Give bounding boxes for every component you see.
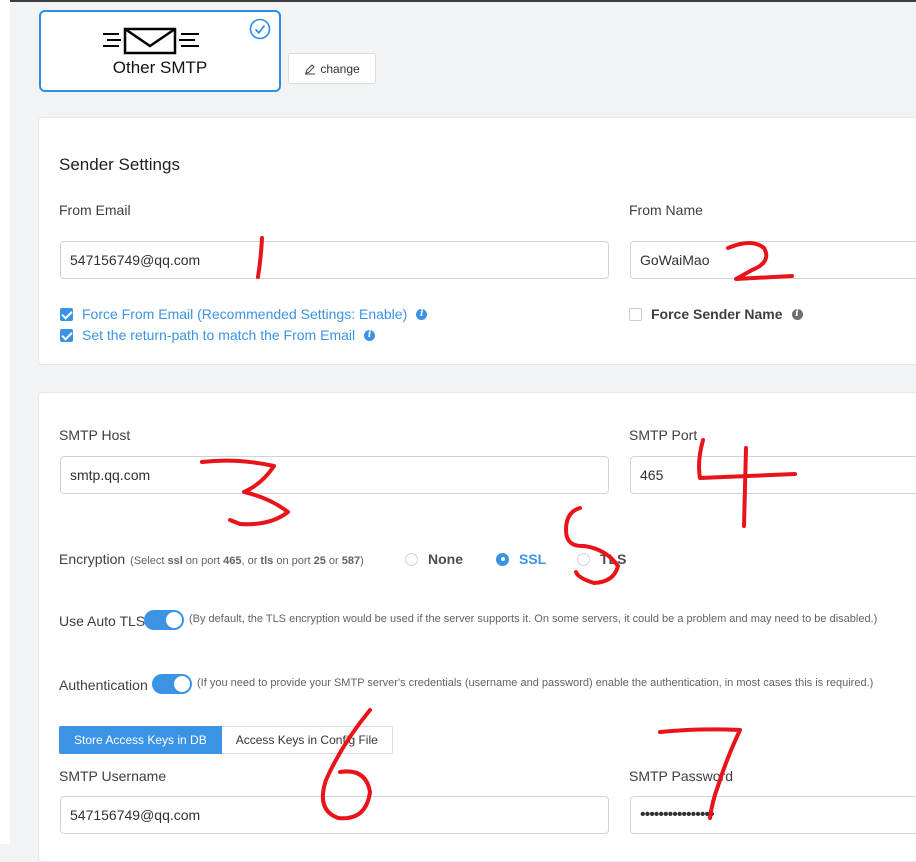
tab-store-keys-db[interactable]: Store Access Keys in DB [59, 726, 222, 754]
force-sender-name-checkbox[interactable] [629, 307, 642, 321]
encryption-tls-radio[interactable] [577, 552, 590, 566]
change-provider-button[interactable]: change [288, 53, 376, 84]
from-name-input[interactable] [630, 241, 916, 279]
encryption-none-label: None [428, 551, 463, 567]
left-gutter [0, 0, 10, 844]
from-email-input[interactable] [60, 241, 609, 279]
force-sender-name-text: Force Sender Name [651, 306, 783, 322]
force-from-email-text: Force From Email (Recommended Settings: … [82, 306, 408, 322]
info-icon[interactable]: i [364, 329, 376, 341]
encryption-option-none[interactable]: None [405, 551, 463, 567]
envelope-icon [103, 27, 199, 55]
encryption-option-ssl[interactable]: SSL [496, 551, 546, 567]
provider-card-other-smtp[interactable]: Other SMTP [39, 10, 281, 92]
auto-tls-label: Use Auto TLS [59, 613, 146, 629]
sender-settings-title: Sender Settings [59, 155, 180, 174]
force-from-email-checkbox[interactable] [60, 307, 73, 321]
encryption-ssl-label: SSL [519, 551, 547, 567]
authentication-label: Authentication [59, 677, 148, 693]
smtp-port-label: SMTP Port [629, 427, 698, 443]
from-name-label: From Name [629, 202, 703, 218]
smtp-password-input[interactable]: •••••••••••••••• [630, 796, 916, 834]
from-email-label: From Email [59, 202, 131, 218]
info-icon[interactable]: i [416, 308, 428, 320]
auto-tls-hint: (By default, the TLS encryption would be… [189, 613, 878, 625]
force-from-email-option[interactable]: Force From Email (Recommended Settings: … [60, 306, 428, 322]
encryption-none-radio[interactable] [405, 552, 418, 566]
encryption-label: Encryption [59, 551, 126, 567]
window-top-border [0, 0, 916, 2]
return-path-option[interactable]: Set the return-path to match the From Em… [60, 327, 376, 343]
authentication-toggle[interactable] [152, 674, 192, 694]
smtp-username-label: SMTP Username [59, 768, 167, 784]
change-button-label: change [320, 61, 360, 76]
return-path-text: Set the return-path to match the From Em… [82, 327, 356, 343]
edit-pencil-icon [305, 63, 316, 74]
auto-tls-toggle[interactable] [144, 610, 184, 630]
tab-keys-config-file[interactable]: Access Keys in Config File [221, 726, 393, 754]
encryption-row: Encryption (Select ssl on port 465, or t… [59, 551, 364, 567]
access-keys-tabs: Store Access Keys in DB Access Keys in C… [59, 726, 393, 754]
selected-check-icon [249, 18, 271, 40]
authentication-hint: (If you need to provide your SMTP server… [197, 677, 874, 689]
smtp-host-label: SMTP Host [59, 427, 131, 443]
smtp-password-label: SMTP Password [629, 768, 733, 784]
provider-name: Other SMTP [112, 58, 208, 77]
smtp-port-input[interactable] [630, 456, 916, 494]
encryption-hint: (Select ssl on port 465, or tls on port … [130, 555, 364, 567]
smtp-host-input[interactable] [60, 456, 609, 494]
encryption-ssl-radio[interactable] [496, 552, 509, 566]
smtp-username-input[interactable] [60, 796, 609, 834]
encryption-tls-label: TLS [600, 551, 627, 567]
return-path-checkbox[interactable] [60, 328, 73, 342]
encryption-option-tls[interactable]: TLS [577, 551, 626, 567]
info-icon[interactable]: i [791, 308, 803, 320]
force-sender-name-option[interactable]: Force Sender Name i [629, 306, 803, 322]
